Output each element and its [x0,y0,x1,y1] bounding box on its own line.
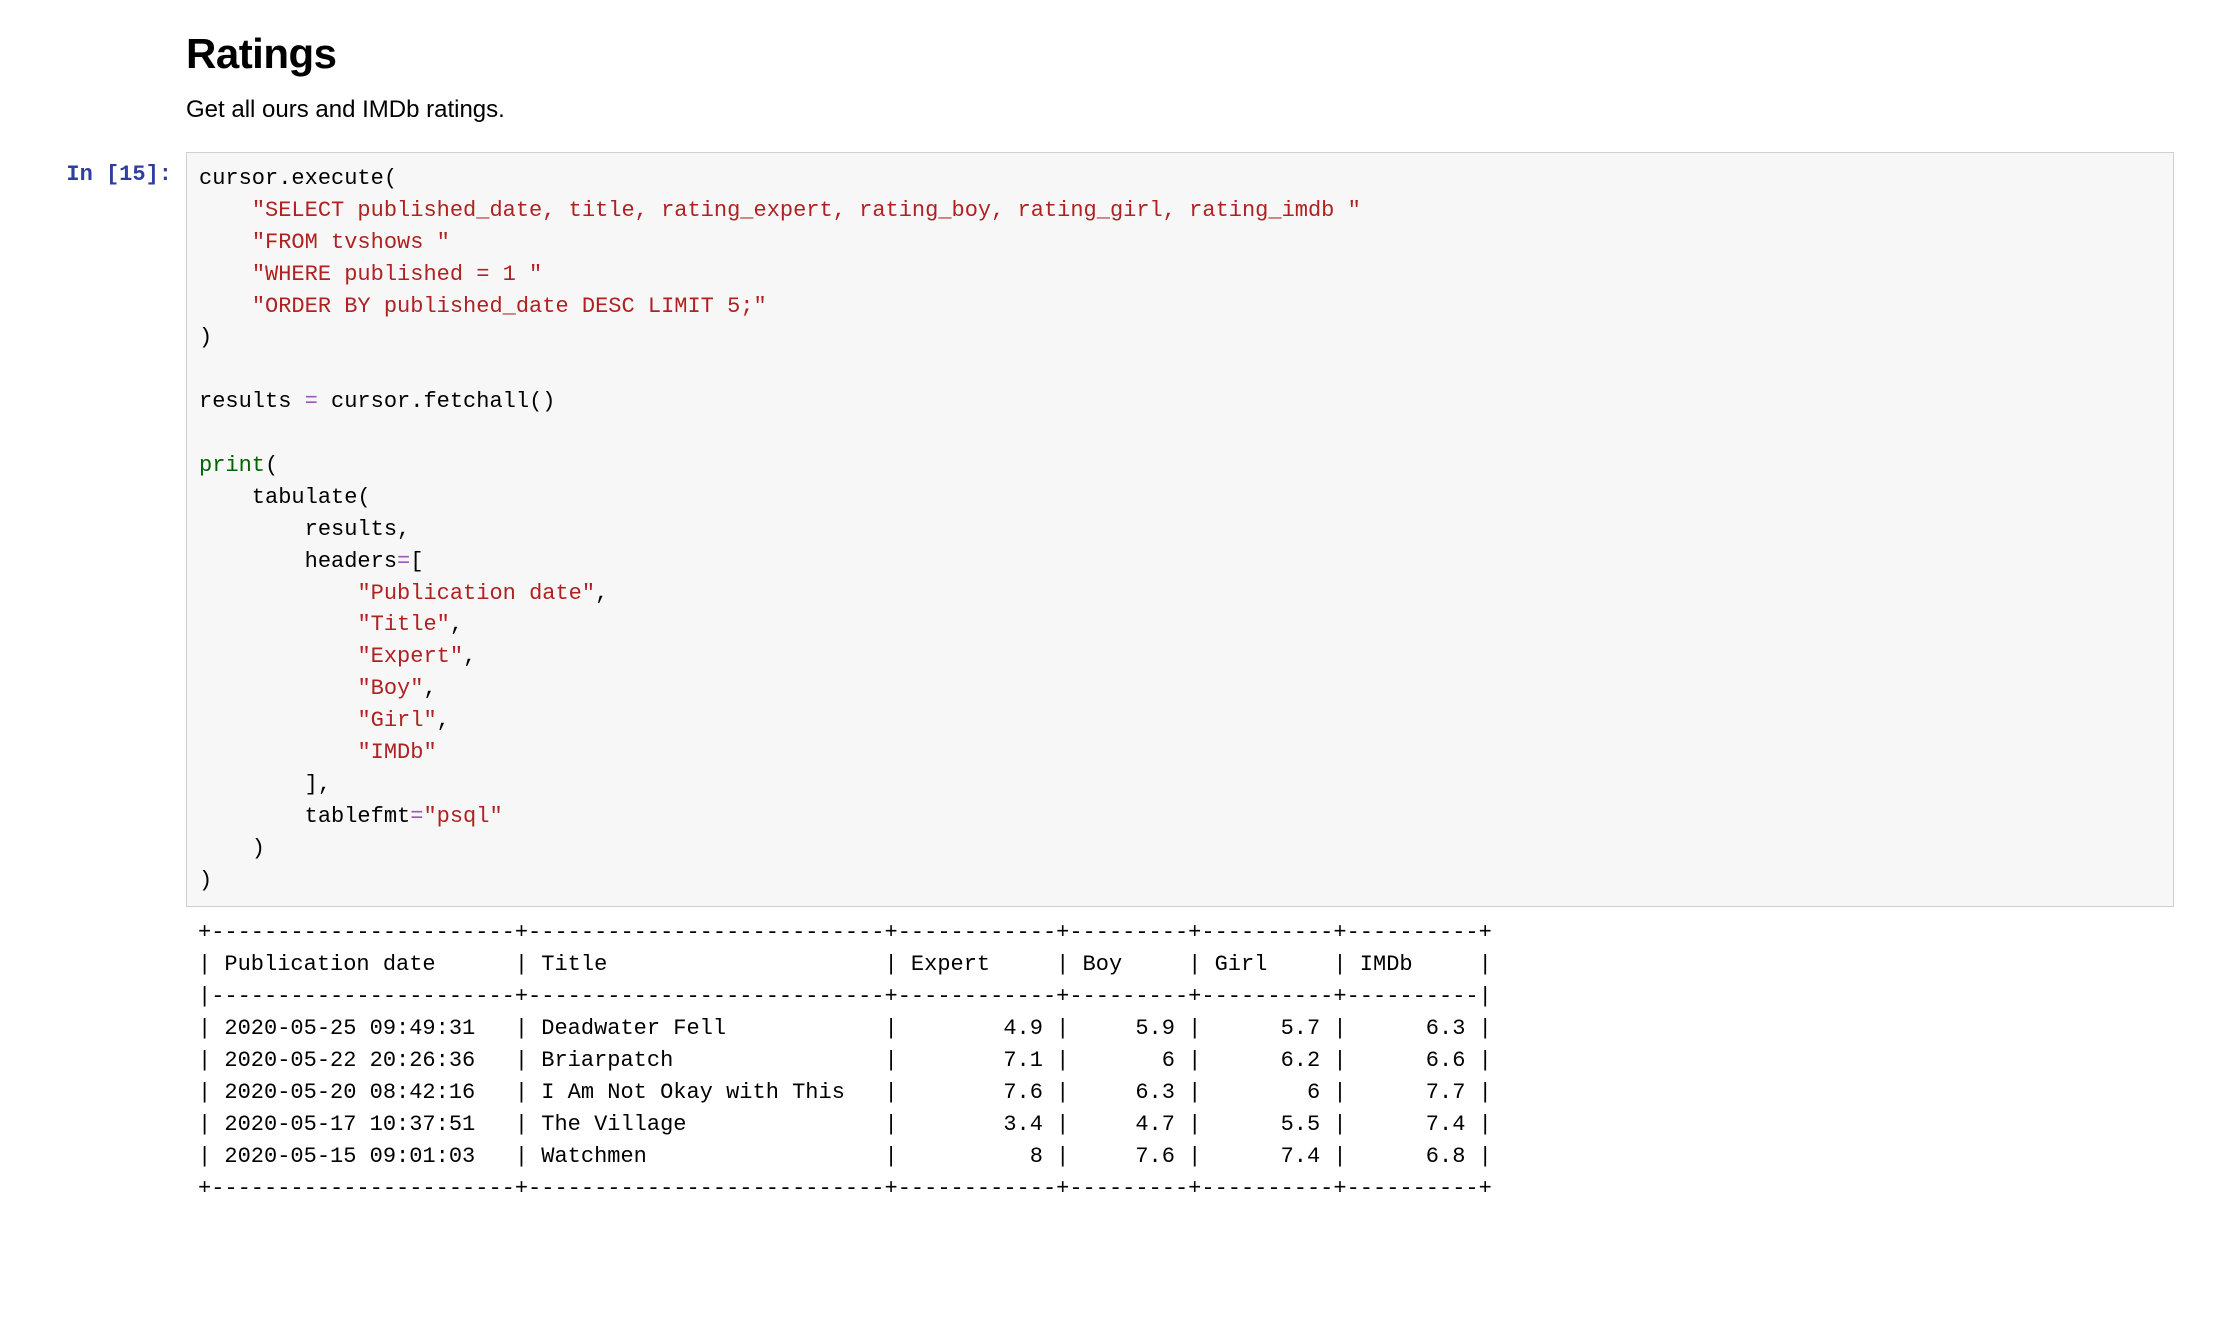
markdown-cell: Ratings Get all ours and IMDb ratings. [186,30,2174,124]
notebook-page: Ratings Get all ours and IMDb ratings. I… [0,0,2214,1245]
code-cell: In [15]: cursor.execute( "SELECT publish… [0,152,2214,907]
section-description: Get all ours and IMDb ratings. [186,96,2174,124]
code-input-area[interactable]: cursor.execute( "SELECT published_date, … [186,152,2174,907]
section-title: Ratings [186,30,2174,78]
input-prompt: In [15]: [0,152,186,907]
code-output-area: +-----------------------+---------------… [186,907,2174,1204]
